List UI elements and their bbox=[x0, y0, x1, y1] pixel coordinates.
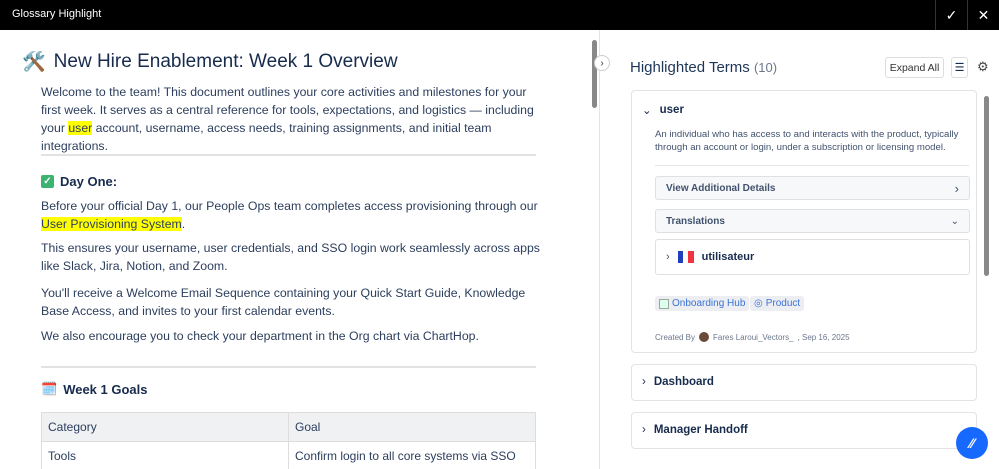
term-toggle[interactable]: › Manager Handoff bbox=[642, 424, 748, 436]
author-name[interactable]: Fares Laroui_Vectors_ bbox=[713, 333, 794, 342]
assistant-fab-button[interactable]: ⁄⁄ bbox=[956, 427, 988, 459]
chevron-right-icon: › bbox=[642, 424, 646, 436]
text: account, username, access needs, trainin… bbox=[41, 121, 492, 153]
table-cell: Confirm login to all core systems via SS… bbox=[288, 441, 536, 469]
term-toggle[interactable]: ⌄ user bbox=[642, 103, 684, 117]
panel-title-text: Highlighted Terms bbox=[630, 59, 750, 76]
tag-label: Product bbox=[765, 298, 801, 309]
table-row: Tools Confirm login to all core systems v… bbox=[41, 441, 536, 469]
calendar-icon: 🗓️ bbox=[41, 381, 58, 396]
column-header: Category bbox=[41, 412, 289, 442]
tag-onboarding-hub[interactable]: Onboarding Hub bbox=[655, 296, 750, 311]
chevron-right-icon: › bbox=[642, 376, 646, 388]
term-count: (10) bbox=[753, 60, 778, 75]
paragraph: You'll receive a Welcome Email Sequence … bbox=[41, 286, 526, 318]
view-additional-details-button[interactable]: View Additional Details › bbox=[655, 176, 970, 200]
term-name: user bbox=[659, 104, 684, 116]
tag-label: Onboarding Hub bbox=[672, 298, 746, 309]
paragraph: We also encourage you to check your depa… bbox=[41, 329, 479, 343]
term-card-manager-handoff[interactable]: › Manager Handoff bbox=[631, 412, 977, 449]
collapse-panel-button[interactable]: › bbox=[594, 55, 610, 71]
text: Before your official Day 1, our People O… bbox=[41, 199, 538, 213]
term-name: Dashboard bbox=[653, 376, 714, 388]
chevron-right-icon: › bbox=[666, 251, 670, 263]
term-card-dashboard[interactable]: › Dashboard bbox=[631, 364, 977, 401]
expand-all-button[interactable]: Expand All bbox=[885, 57, 944, 78]
filter-button[interactable]: ☰ bbox=[951, 57, 968, 78]
translation-item[interactable]: › utilisateur bbox=[655, 239, 970, 275]
page-title: 🛠️ New Hire Enablement: Week 1 Overview bbox=[22, 50, 398, 74]
filter-icon: ☰ bbox=[954, 62, 965, 74]
day-one-heading: ✓ Day One: bbox=[41, 174, 117, 189]
term-card-user: ⌄ user An individual who has access to an… bbox=[631, 90, 977, 353]
heading-text: Day One: bbox=[60, 174, 118, 189]
tools-icon: 🛠️ bbox=[22, 52, 46, 73]
divider bbox=[41, 366, 536, 368]
gear-icon: ⚙ bbox=[977, 59, 989, 74]
text: . bbox=[181, 217, 186, 231]
check-box-icon: ✓ bbox=[41, 175, 54, 188]
created-date: , Sep 16, 2025 bbox=[797, 332, 850, 342]
table-header-row: Category Goal bbox=[41, 412, 536, 442]
confirm-button[interactable]: ✓ bbox=[935, 0, 967, 30]
pane-divider[interactable] bbox=[599, 30, 600, 469]
paragraph: This ensures your username, user credent… bbox=[41, 241, 540, 273]
document-pane: 🛠️ New Hire Enablement: Week 1 Overview W… bbox=[0, 30, 599, 469]
panel-title: Highlighted Terms (10) bbox=[630, 59, 777, 76]
settings-button[interactable]: ⚙ bbox=[977, 59, 989, 75]
goals-table: Category Goal Tools Confirm login to all c… bbox=[41, 412, 536, 469]
close-icon: ✕ bbox=[977, 6, 990, 23]
highlighted-term-user-provisioning-system[interactable]: User Provisioning System bbox=[41, 217, 182, 231]
chevron-right-icon: › bbox=[954, 180, 959, 196]
chevron-down-icon: ⌄ bbox=[950, 215, 959, 227]
table-cell: Tools bbox=[41, 441, 289, 469]
chevron-right-icon: › bbox=[600, 57, 604, 69]
paragraph: Before your official Day 1, our People O… bbox=[41, 197, 541, 233]
divider bbox=[41, 154, 536, 156]
divider bbox=[655, 165, 969, 166]
scrollbar-thumb[interactable] bbox=[984, 96, 989, 276]
term-description: An individual who has access to and inte… bbox=[655, 129, 959, 153]
heading-text: Week 1 Goals bbox=[63, 381, 148, 397]
week-goals-heading: 🗓️ Week 1 Goals bbox=[41, 381, 148, 397]
translations-toggle[interactable]: Translations ⌄ bbox=[655, 209, 970, 233]
chevron-down-icon: ⌄ bbox=[642, 105, 652, 117]
avatar bbox=[699, 332, 710, 342]
image-icon bbox=[659, 298, 669, 309]
target-icon: ◎ bbox=[754, 298, 763, 309]
panel-scrollbar[interactable] bbox=[983, 90, 990, 280]
highlighted-term-user[interactable]: user bbox=[68, 121, 93, 135]
check-icon: ✓ bbox=[945, 6, 958, 23]
label: Created By bbox=[655, 332, 696, 342]
app-title: Glossary Highlight bbox=[12, 8, 102, 20]
title-bar: Glossary Highlight ✓ ✕ bbox=[0, 0, 999, 30]
france-flag-icon bbox=[677, 251, 694, 263]
intro-paragraph: Welcome to the team! This document outli… bbox=[41, 83, 541, 155]
document-scrollbar[interactable] bbox=[590, 30, 599, 469]
page-title-text: New Hire Enablement: Week 1 Overview bbox=[53, 51, 398, 72]
column-header: Goal bbox=[288, 412, 536, 442]
scrollbar-thumb[interactable] bbox=[592, 40, 597, 108]
app-logo-icon: ⁄⁄ bbox=[969, 435, 975, 451]
created-by: Created By Fares Laroui_Vectors_, Sep 16,… bbox=[655, 332, 850, 342]
tag-product[interactable]: ◎ Product bbox=[750, 296, 805, 311]
close-button[interactable]: ✕ bbox=[967, 0, 999, 30]
label: Translations bbox=[666, 215, 725, 227]
label: View Additional Details bbox=[666, 182, 776, 194]
term-toggle[interactable]: › Dashboard bbox=[642, 376, 714, 388]
translation-text: utilisateur bbox=[701, 251, 755, 263]
term-name: Manager Handoff bbox=[653, 424, 748, 436]
